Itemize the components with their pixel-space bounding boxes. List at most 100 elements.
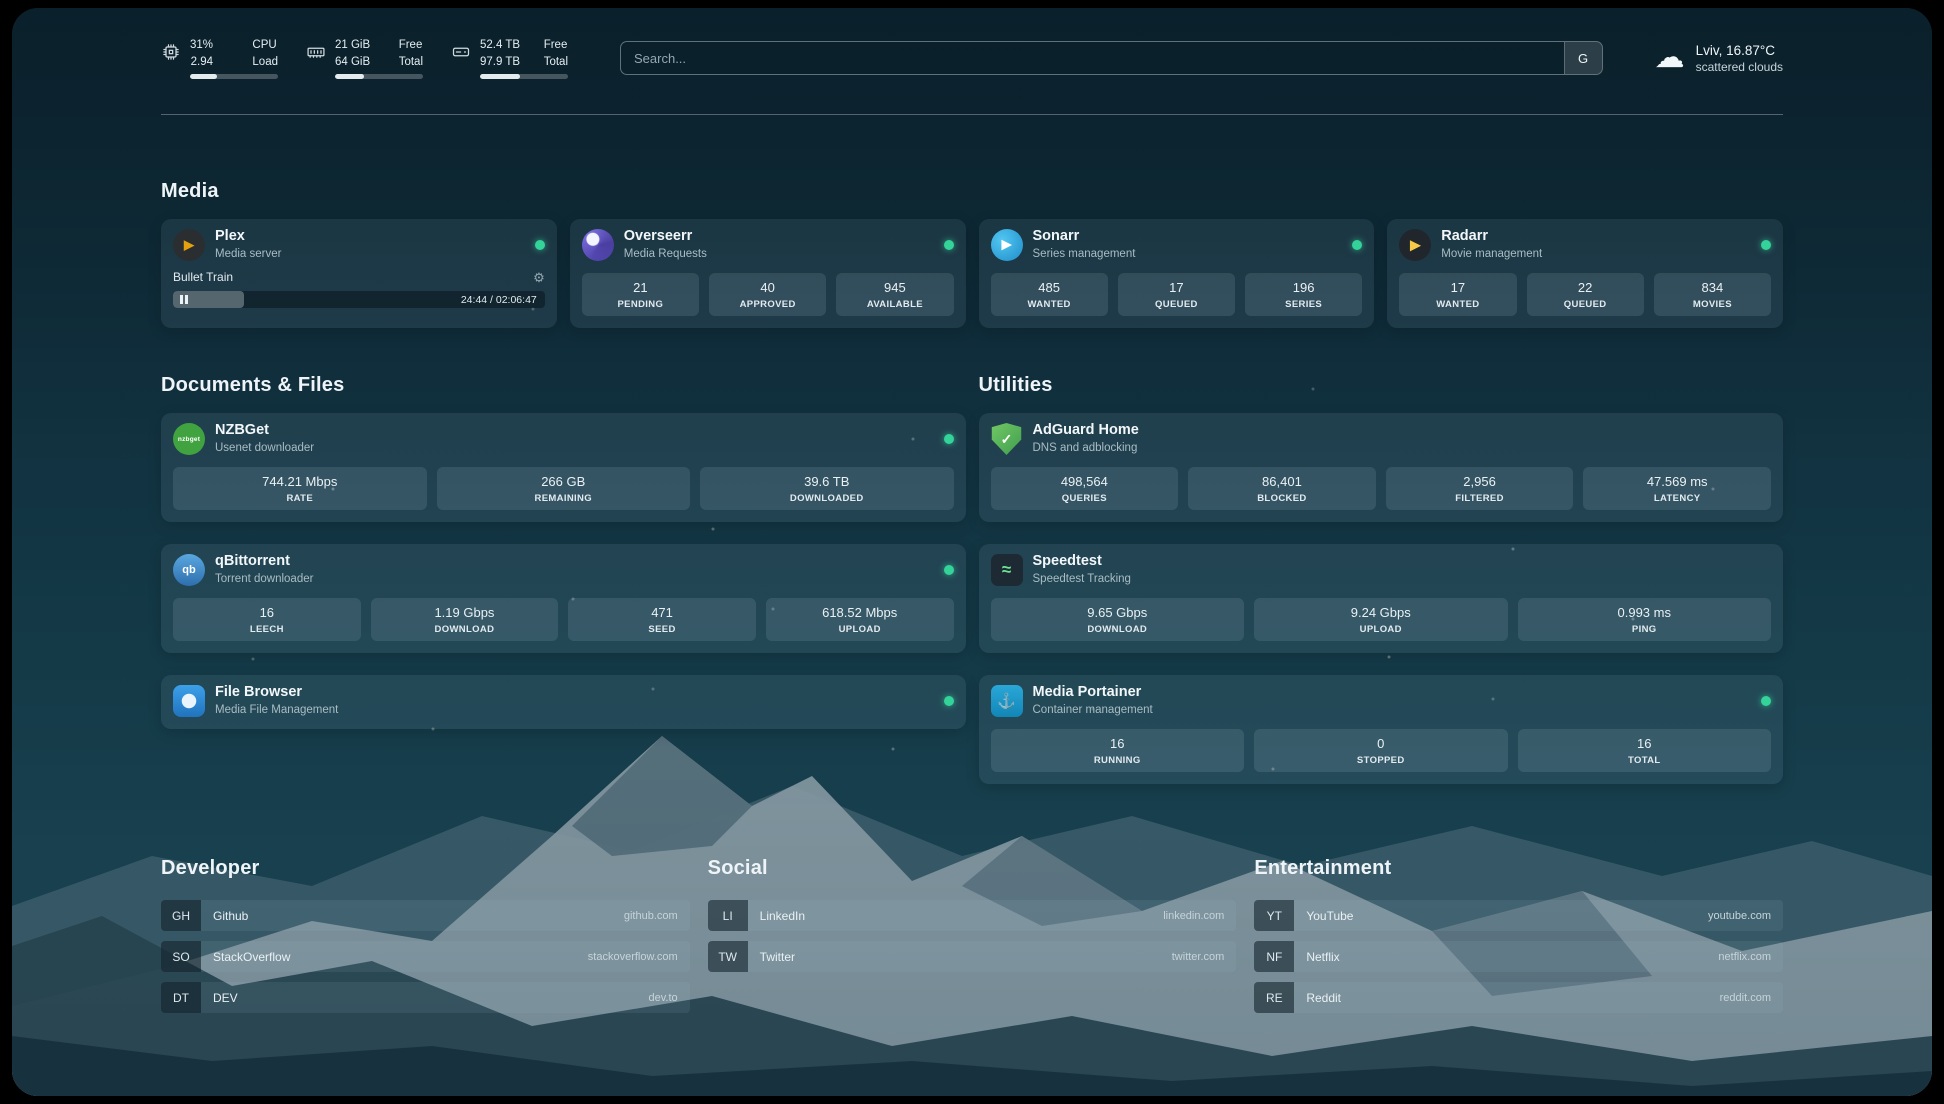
stat-block: 16TOTAL bbox=[1518, 729, 1772, 772]
stat-block: 47.569 ms LATENCY bbox=[1583, 467, 1771, 510]
stat-label: SEED bbox=[572, 624, 752, 635]
stat-block: 9.65 Gbps DOWNLOAD bbox=[991, 598, 1245, 641]
stat-label: DOWNLOAD bbox=[995, 624, 1241, 635]
bookmark-twitter[interactable]: TWTwittertwitter.com bbox=[708, 941, 1237, 972]
stat-value: 196 bbox=[1249, 280, 1358, 295]
stat-label: FILTERED bbox=[1390, 493, 1570, 504]
stat-block: 945AVAILABLE bbox=[836, 273, 953, 316]
stat-label: APPROVED bbox=[713, 299, 822, 310]
service-card-sonarr[interactable]: SonarrSeries management485WANTED17QUEUED… bbox=[979, 219, 1375, 328]
stat-value: 834 bbox=[1658, 280, 1767, 295]
service-card-adguard[interactable]: AdGuard HomeDNS and adblocking498,564QUE… bbox=[979, 413, 1784, 522]
bookmark-url: dev.to bbox=[649, 992, 690, 1004]
service-card-speedtest[interactable]: SpeedtestSpeedtest Tracking9.65 GbpsDOWN… bbox=[979, 544, 1784, 653]
bookmark-url: youtube.com bbox=[1708, 910, 1783, 922]
stat-block: 485WANTED bbox=[991, 273, 1108, 316]
pause-bar-right bbox=[185, 295, 188, 304]
memory-total-label: Total bbox=[399, 54, 423, 70]
stat-value: 2,956 bbox=[1390, 474, 1570, 489]
stat-value: 47.569 ms bbox=[1587, 474, 1767, 489]
service-description: Media Requests bbox=[624, 248, 707, 261]
status-dot bbox=[535, 240, 545, 250]
search-input[interactable] bbox=[621, 42, 1564, 74]
service-card-qbittorrent[interactable]: qbqBittorrentTorrent downloader16LEECH1.… bbox=[161, 544, 966, 653]
stat-label: LATENCY bbox=[1587, 493, 1767, 504]
memory-widget: 21 GiB 64 GiB Free Total bbox=[306, 37, 423, 78]
stat-label: LEECH bbox=[177, 624, 357, 635]
entertainment-bookmarks: YTYouTubeyoutube.com NFNetflixnetflix.com… bbox=[1254, 900, 1783, 1013]
playback-progress-bar[interactable]: 24:44 / 02:06:47 bbox=[173, 291, 545, 308]
stat-value: 17 bbox=[1122, 280, 1231, 295]
bookmark-linkedin[interactable]: LILinkedInlinkedin.com bbox=[708, 900, 1237, 931]
pause-icon[interactable] bbox=[180, 295, 188, 304]
stat-value: 22 bbox=[1531, 280, 1640, 295]
bookmark-url: netflix.com bbox=[1718, 951, 1783, 963]
stat-value: 266 GB bbox=[441, 474, 687, 489]
service-card-plex[interactable]: PlexMedia server Bullet Train⚙ 24:44 / 02:… bbox=[161, 219, 557, 328]
service-card-nzbget[interactable]: nzbgetNZBGetUsenet downloader744.21 Mbps… bbox=[161, 413, 966, 522]
cpu-load-value: 2.94 bbox=[191, 54, 213, 70]
weather-text: Lviv, 16.87°C scattered clouds bbox=[1696, 43, 1783, 74]
disk-free-label: Free bbox=[544, 37, 568, 53]
utilities-cards: AdGuard HomeDNS and adblocking498,564QUE… bbox=[979, 413, 1784, 784]
bookmark-stackoverflow[interactable]: SOStackOverflowstackoverflow.com bbox=[161, 941, 690, 972]
stat-value: 471 bbox=[572, 605, 752, 620]
bookmark-youtube[interactable]: YTYouTubeyoutube.com bbox=[1254, 900, 1783, 931]
cpu-stats: 31% 2.94 CPU Load bbox=[190, 37, 278, 78]
bookmark-dev[interactable]: DTDEVdev.to bbox=[161, 982, 690, 1013]
service-stats: 16RUNNING0STOPPED16TOTAL bbox=[991, 729, 1772, 772]
sonarr-icon bbox=[991, 229, 1023, 261]
now-playing-row: Bullet Train⚙ bbox=[173, 270, 545, 284]
stat-label: MOVIES bbox=[1658, 299, 1767, 310]
stat-value: 9.65 Gbps bbox=[995, 605, 1241, 620]
service-card-portainer[interactable]: Media PortainerContainer management16RUN… bbox=[979, 675, 1784, 784]
service-name: Speedtest bbox=[1033, 554, 1131, 570]
service-stats: 17WANTED22QUEUED834MOVIES bbox=[1399, 273, 1771, 316]
service-description: Usenet downloader bbox=[215, 442, 314, 455]
bookmark-github[interactable]: GHGithubgithub.com bbox=[161, 900, 690, 931]
memory-free-label: Free bbox=[399, 37, 423, 53]
stat-block: 9.24 GbpsUPLOAD bbox=[1254, 598, 1508, 641]
service-name: Overseerr bbox=[624, 229, 707, 245]
settings-gear-icon[interactable]: ⚙ bbox=[533, 271, 545, 284]
stat-block: 196 SERIES bbox=[1245, 273, 1362, 316]
section-social: Social LILinkedInlinkedin.comTWTwittertw… bbox=[708, 856, 1237, 972]
service-card-radarr[interactable]: RadarrMovie management17WANTED22QUEUED83… bbox=[1387, 219, 1783, 328]
stat-value: 39.6 TB bbox=[704, 474, 950, 489]
bookmark-name: StackOverflow bbox=[201, 950, 290, 964]
bookmark-name: Reddit bbox=[1294, 991, 1341, 1005]
stat-label: PING bbox=[1522, 624, 1768, 635]
disk-progress-track bbox=[480, 74, 568, 79]
service-titles: Overseerr Media Requests bbox=[624, 229, 707, 261]
service-stats: 744.21 MbpsRATE266 GBREMAINING39.6 TBDOW… bbox=[173, 467, 954, 510]
service-name: qBittorrent bbox=[215, 554, 313, 570]
stat-label: SERIES bbox=[1249, 299, 1358, 310]
bookmark-name: DEV bbox=[201, 991, 238, 1005]
cpu-load-label: Load bbox=[252, 54, 278, 70]
stat-block: 744.21 MbpsRATE bbox=[173, 467, 427, 510]
service-card-header: qbqBittorrentTorrent downloader bbox=[173, 554, 954, 586]
service-card-overseerr[interactable]: OverseerrMedia Requests21PENDING40APPROV… bbox=[570, 219, 966, 328]
bookmark-netflix[interactable]: NFNetflixnetflix.com bbox=[1254, 941, 1783, 972]
service-name: Plex bbox=[215, 229, 281, 245]
search-provider-button[interactable]: G bbox=[1564, 42, 1602, 74]
service-card-filebrowser[interactable]: File BrowserMedia File Management bbox=[161, 675, 966, 729]
service-titles: AdGuard HomeDNS and adblocking bbox=[1033, 423, 1139, 455]
section-media: Media PlexMedia serverBullet Train⚙24:44… bbox=[161, 179, 1783, 328]
service-card-header: PlexMedia server bbox=[173, 229, 545, 261]
weather-location-temp: Lviv, 16.87°C bbox=[1696, 43, 1783, 58]
stat-block: 17QUEUED bbox=[1118, 273, 1235, 316]
bookmark-columns: Developer GHGithubgithub.comSOStackOverf… bbox=[161, 856, 1783, 1013]
stat-label: BLOCKED bbox=[1192, 493, 1372, 504]
memory-total-value: 64 GiB bbox=[335, 54, 370, 70]
status-dot bbox=[944, 434, 954, 444]
stat-label: QUERIES bbox=[995, 493, 1175, 504]
service-titles: RadarrMovie management bbox=[1441, 229, 1542, 261]
service-card-header: RadarrMovie management bbox=[1399, 229, 1771, 261]
stat-label: QUEUED bbox=[1531, 299, 1640, 310]
bookmark-abbr: GH bbox=[161, 900, 201, 931]
nzbget-icon: nzbget bbox=[173, 423, 205, 455]
service-stats: 485WANTED17QUEUED 196 SERIES bbox=[991, 273, 1363, 316]
bookmark-reddit[interactable]: RERedditreddit.com bbox=[1254, 982, 1783, 1013]
developer-bookmarks: GHGithubgithub.com SOStackOverflowstackov… bbox=[161, 900, 690, 1013]
